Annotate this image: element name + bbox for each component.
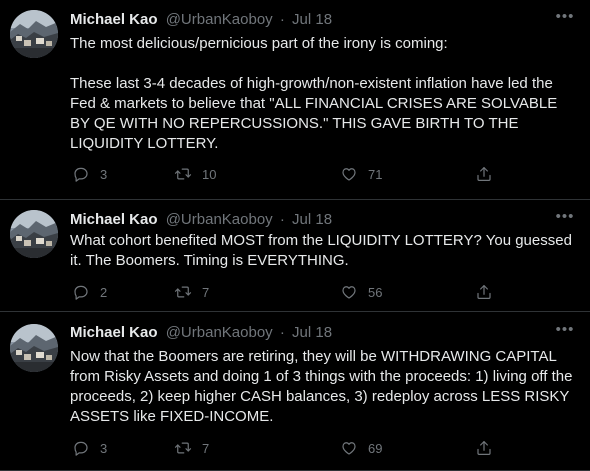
author-handle[interactable]: @UrbanKaoboy	[166, 324, 273, 341]
reply-icon	[74, 285, 88, 300]
share-icon	[477, 441, 491, 455]
tweet-header: Michael Kao @UrbanKaoboy · Jul 18	[70, 10, 332, 30]
retweet-count: 10	[202, 166, 217, 182]
share-button[interactable]	[475, 281, 493, 303]
retweet-icon	[174, 168, 192, 180]
reply-count: 3	[100, 440, 108, 456]
tweet-header: Michael Kao @UrbanKaoboy · Jul 18	[70, 323, 332, 343]
tweet[interactable]: Michael Kao @UrbanKaoboy · Jul 18 ••• Th…	[0, 0, 590, 200]
retweet-count: 7	[202, 440, 210, 456]
retweet-icon	[174, 286, 192, 298]
like-count: 71	[368, 166, 383, 182]
share-button[interactable]	[475, 163, 493, 185]
tweet-date[interactable]: Jul 18	[292, 211, 332, 228]
avatar[interactable]	[10, 210, 58, 258]
author-name[interactable]: Michael Kao	[70, 11, 158, 28]
like-button[interactable]: 71	[340, 163, 382, 185]
separator: ·	[279, 324, 285, 341]
author-handle[interactable]: @UrbanKaoboy	[166, 211, 273, 228]
like-icon	[342, 442, 356, 455]
more-icon[interactable]: •••	[554, 209, 576, 225]
like-icon	[342, 286, 356, 299]
retweet-button[interactable]: 7	[174, 437, 209, 459]
tweet-date[interactable]: Jul 18	[292, 324, 332, 341]
more-icon[interactable]: •••	[554, 322, 576, 338]
tweet-text: Now that the Boomers are retiring, they …	[70, 348, 573, 425]
tweet-actions: 3 10 71	[70, 163, 510, 185]
tweet-date[interactable]: Jul 18	[292, 11, 332, 28]
reply-count: 2	[100, 284, 108, 300]
reply-button[interactable]: 3	[72, 163, 107, 185]
author-handle[interactable]: @UrbanKaoboy	[166, 11, 273, 28]
tweet-header: Michael Kao @UrbanKaoboy · Jul 18	[70, 210, 332, 230]
tweet[interactable]: Michael Kao @UrbanKaoboy · Jul 18 ••• No…	[0, 312, 590, 471]
author-name[interactable]: Michael Kao	[70, 211, 158, 228]
separator: ·	[279, 211, 285, 228]
share-icon	[477, 167, 491, 181]
tweet-text: What cohort benefited MOST from the LIQU…	[70, 232, 572, 269]
like-button[interactable]: 69	[340, 437, 382, 459]
avatar[interactable]	[10, 10, 58, 58]
more-icon[interactable]: •••	[554, 9, 576, 25]
tweet-text: The most delicious/pernicious part of th…	[70, 35, 558, 152]
reply-icon	[74, 441, 88, 456]
share-icon	[477, 285, 491, 299]
separator: ·	[279, 11, 285, 28]
tweet[interactable]: Michael Kao @UrbanKaoboy · Jul 18 ••• Wh…	[0, 200, 590, 312]
retweet-count: 7	[202, 284, 210, 300]
avatar[interactable]	[10, 324, 58, 372]
share-button[interactable]	[475, 437, 493, 459]
retweet-icon	[174, 442, 192, 454]
reply-count: 3	[100, 166, 108, 182]
tweet-actions: 3 7 69	[70, 437, 510, 459]
author-name[interactable]: Michael Kao	[70, 324, 158, 341]
reply-icon	[74, 167, 88, 182]
like-icon	[342, 168, 356, 181]
reply-button[interactable]: 2	[72, 281, 107, 303]
like-button[interactable]: 56	[340, 281, 382, 303]
reply-button[interactable]: 3	[72, 437, 107, 459]
tweet-actions: 2 7 56	[70, 281, 510, 303]
like-count: 56	[368, 284, 383, 300]
retweet-button[interactable]: 10	[174, 163, 216, 185]
retweet-button[interactable]: 7	[174, 281, 209, 303]
like-count: 69	[368, 440, 383, 456]
